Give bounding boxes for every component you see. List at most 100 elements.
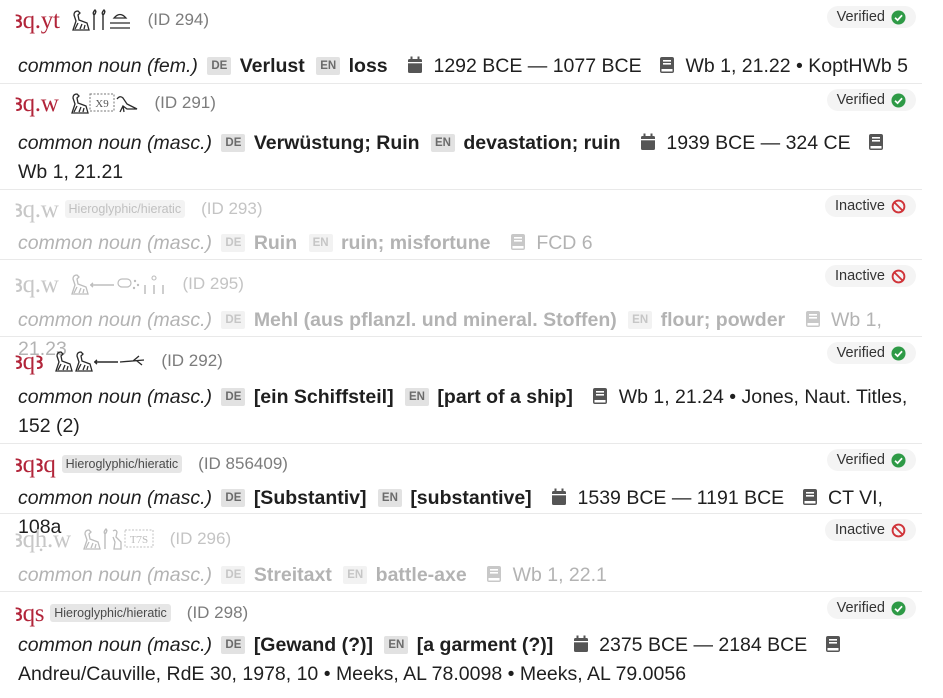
part-of-speech: common noun (masc.) [18,232,212,254]
status-label: Verified [836,9,885,25]
book-icon [510,234,525,250]
part-of-speech: common noun (masc.) [18,487,212,509]
hieroglyph-placeholder-tag: Hieroglyphic/hieratic [50,604,171,622]
loaf-glyph-icon [109,13,130,29]
translation-en: loss [348,55,388,77]
status-badge: Verified [826,449,916,471]
lemma-entry[interactable]: ꜣq.w Hieroglyphic/hieratic (ID 293) Inac… [0,189,922,260]
lang-tag-de: DE [221,566,246,584]
lemma-header: ꜣqḥ.w T7S (ID 296) [14,519,232,559]
translation-de: [Gewand (?)] [253,634,373,656]
book-icon [593,388,608,404]
bibliography: Wb 1, 21.22 • KoptHWb 5 [685,55,908,77]
lemma-header: ꜣqꜣ (ID 292) [14,341,223,381]
lemma-entry[interactable]: ꜣq.yt (ID 294) Verified common noun (fem… [0,0,922,84]
status-badge: Inactive [825,195,916,217]
lemma-transliteration-link[interactable]: ꜣqꜣq [14,449,56,479]
lang-tag-de: DE [221,311,246,329]
bibliography: FCD 6 [536,232,593,254]
reed-glyph-icon [103,528,108,549]
bibliography: Andreu/Cauville, RdE 30, 1978, 10 • Meek… [18,663,687,685]
lemma-id: (ID 296) [169,529,232,548]
prohibited-icon [891,269,906,283]
lang-tag-en: EN [308,234,333,252]
lemma-id: (ID 856409) [198,454,288,473]
lemma-entry[interactable]: ꜣq.w (ID 295) Inactive common noun (masc… [0,259,922,360]
lemma-entry[interactable]: ꜣqꜣ (ID 292) Verified common noun (masc.… [0,336,922,444]
hieroglyph-spelling [53,350,145,372]
lemma-entry[interactable]: ꜣqꜣq Hieroglyphic/hieratic (ID 856409) V… [0,443,922,538]
status-label: Verified [836,345,885,361]
stick-glyph-icon [94,359,119,365]
lemma-header: ꜣqꜣq Hieroglyphic/hieratic (ID 856409) [14,444,288,484]
lemma-details: common noun (fem.) DE Verlust EN loss 12… [18,52,918,81]
translation-en: flour; powder [660,309,786,331]
status-badge: Verified [826,6,916,28]
lemma-details: common noun (masc.) DE [ein Schiffsteil]… [18,383,918,441]
lemma-transliteration-link[interactable]: ꜣq.w [14,269,59,299]
lang-tag-en: EN [343,566,368,584]
lang-tag-de: DE [221,636,246,654]
lemma-header: ꜣqs Hieroglyphic/hieratic (ID 298) [14,593,249,633]
lemma-entry[interactable]: ꜣq.w X9 (ID 291) Verified common noun (m… [0,83,922,190]
vulture-glyph-icon [70,93,89,114]
check-circle-icon [891,345,906,361]
translation-de: Mehl (aus pflanzl. und mineral. Stoffen) [253,309,617,331]
calendar-icon [408,56,423,73]
lemma-transliteration-link[interactable]: ꜣqḥ.w [14,524,71,554]
lemma-id: (ID 298) [186,603,249,622]
unknown-glyph-icon: X9 [89,93,115,112]
bibliography: Wb 1, 22.1 [512,564,607,586]
bibliography: Wb 1, 21.21 [18,161,124,183]
lemma-entry[interactable]: ꜣqḥ.w T7S (ID 296) Inactive common noun … [0,513,922,592]
translation-en: [part of a ship] [437,386,573,408]
translation-de: [ein Schiffsteil] [253,386,394,408]
translation-en: [a garment (?)] [416,634,554,656]
lemma-transliteration-link[interactable]: ꜣqs [14,598,45,628]
check-circle-icon [891,452,906,468]
lemma-id: (ID 294) [147,10,210,29]
lemma-transliteration-link[interactable]: ꜣq.w [14,194,59,224]
lemma-id: (ID 292) [161,351,223,370]
lemma-header: ꜣq.w (ID 295) [14,264,244,304]
attestation-dates: 2375 BCE — 2184 BCE [599,634,808,656]
translation-en: [substantive] [410,487,532,509]
stick-glyph-icon [89,282,114,288]
lemma-entry[interactable]: ꜣqs Hieroglyphic/hieratic (ID 298) Verif… [0,591,922,698]
status-badge: Verified [826,89,916,111]
lemma-transliteration-link[interactable]: ꜣq.w [14,88,59,118]
attestation-dates: 1292 BCE — 1077 BCE [433,55,642,77]
translation-en: devastation; ruin [463,132,621,154]
translation-en: ruin; misfortune [340,232,491,254]
translation-de: Ruin [253,232,298,254]
unknown-glyph-code: T7S [130,534,148,546]
check-circle-icon [891,600,906,616]
grain-glyph-icon [116,278,139,290]
lang-tag-de: DE [207,57,232,75]
lemma-transliteration-link[interactable]: ꜣq.yt [14,5,60,35]
lang-tag-en: EN [405,388,429,406]
lemma-header: ꜣq.w X9 (ID 291) [14,83,216,123]
status-label: Inactive [835,522,885,538]
vulture-glyph-icon [55,351,74,372]
check-circle-icon [891,92,906,108]
book-icon [802,489,817,505]
plural-strokes-glyph-icon [143,275,164,294]
lang-tag-en: EN [316,57,341,75]
lang-tag-de: DE [221,388,246,406]
book-icon [660,57,675,73]
bird-glyph-icon [115,96,137,113]
part-of-speech: common noun (masc.) [18,386,212,408]
lemma-details: common noun (masc.) DE Streitaxt EN batt… [18,561,918,590]
status-badge: Inactive [825,265,916,287]
part-of-speech: common noun (fem.) [18,55,198,77]
calendar-icon [640,133,655,150]
lemma-transliteration-link[interactable]: ꜣqꜣ [14,346,44,376]
book-icon [487,566,502,582]
translation-de: Verlust [239,55,305,77]
book-icon [869,134,884,150]
part-of-speech: common noun (masc.) [18,634,212,656]
lemma-details: common noun (masc.) DE Verwüstung; Ruin … [18,129,918,187]
vulture-glyph-icon [82,529,101,550]
status-badge: Verified [826,597,916,619]
